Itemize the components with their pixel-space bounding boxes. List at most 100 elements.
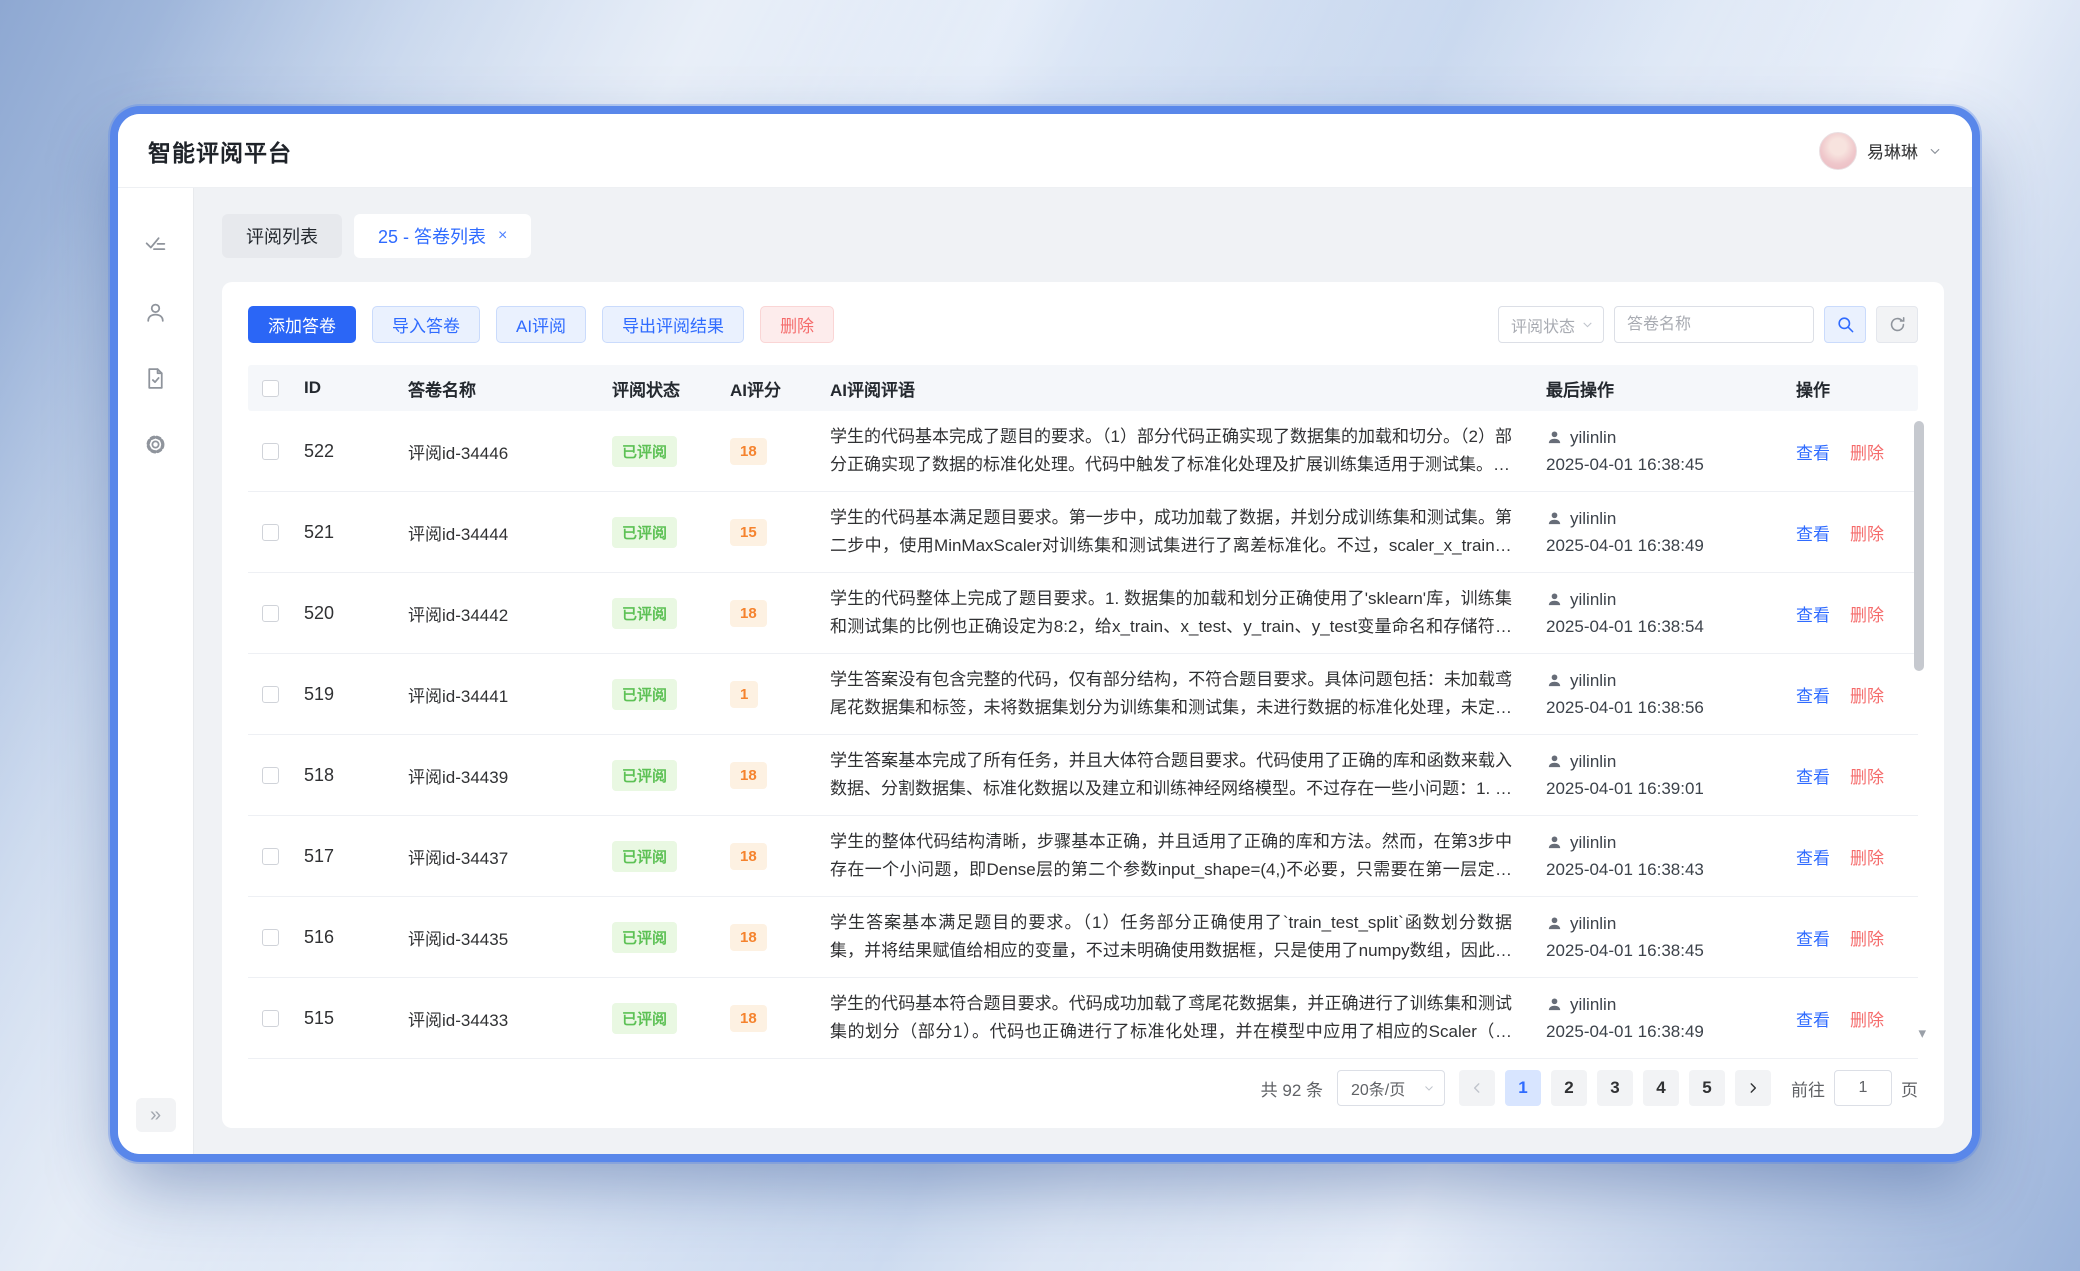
page-button-1[interactable]: 1 [1505,1070,1541,1106]
ai-review-button[interactable]: AI评阅 [496,306,586,343]
row-comment: 学生答案基本满足题目的要求。（1）任务部分正确使用了`train_test_sp… [830,909,1546,965]
app-header: 智能评阅平台 易琳琳 [118,114,1972,188]
row-operator: yilinlin [1570,833,1616,853]
person-icon [1546,915,1563,932]
row-comment: 学生的代码基本符合题目要求。代码成功加载了鸢尾花数据集，并正确进行了训练集和测试… [830,990,1546,1046]
view-link[interactable]: 查看 [1796,682,1830,707]
chevron-left-icon [1470,1081,1484,1095]
row-comment: 学生的代码基本满足题目要求。第一步中，成功加载了数据，并划分成训练集和测试集。第… [830,504,1546,560]
view-link[interactable]: 查看 [1796,439,1830,464]
goto-page-input[interactable] [1834,1070,1892,1106]
user-menu[interactable]: 易琳琳 [1819,132,1942,170]
page-button-3[interactable]: 3 [1597,1070,1633,1106]
tab-answer-list[interactable]: 25 - 答卷列表 × [354,214,531,258]
export-results-button[interactable]: 导出评阅结果 [602,306,744,343]
row-operator: yilinlin [1570,509,1616,529]
delete-link[interactable]: 删除 [1850,439,1884,464]
row-checkbox[interactable] [262,767,279,784]
view-link[interactable]: 查看 [1796,1006,1830,1031]
add-answer-button[interactable]: 添加答卷 [248,306,356,343]
content-card: 添加答卷 导入答卷 AI评阅 导出评阅结果 删除 评阅状态 [222,282,1944,1128]
row-comment: 学生的整体代码结构清晰，步骤基本正确，并且适用了正确的库和方法。然而，在第3步中… [830,828,1546,884]
score-badge: 18 [730,438,767,465]
tab-close-icon[interactable]: × [498,227,507,245]
row-time: 2025-04-01 16:39:01 [1546,779,1796,799]
answer-table: ID 答卷名称 评阅状态 AI评分 AI评阅评语 最后操作 操作 522 评阅i… [248,365,1918,1048]
row-id: 521 [304,522,408,543]
search-input[interactable] [1614,306,1814,343]
sidebar-collapse-button[interactable]: » [136,1098,176,1132]
row-id: 522 [304,441,408,462]
row-checkbox[interactable] [262,443,279,460]
row-name: 评阅id-34435 [408,925,612,950]
status-badge: 已评阅 [612,679,677,710]
main-area: 评阅列表 25 - 答卷列表 × 添加答卷 导入答卷 AI评阅 导出评阅结果 删… [194,188,1972,1154]
page-size-select[interactable]: 20条/页 [1337,1070,1445,1106]
avatar[interactable] [1819,132,1857,170]
row-actions: 查看 删除 [1796,763,1918,788]
person-icon [1546,834,1563,851]
pagination: 共 92 条 20条/页 1 2 3 4 5 [248,1048,1918,1128]
import-answer-button[interactable]: 导入答卷 [372,306,480,343]
select-all-checkbox[interactable] [262,380,279,397]
row-lastop: yilinlin 2025-04-01 16:38:45 [1546,914,1796,961]
prev-page-button[interactable] [1459,1070,1495,1106]
sidebar-item-answer-sheets[interactable] [136,358,176,398]
row-actions: 查看 删除 [1796,925,1918,950]
row-checkbox[interactable] [262,524,279,541]
checklist-icon [143,234,168,259]
page-button-5[interactable]: 5 [1689,1070,1725,1106]
sidebar-item-review-tasks[interactable] [136,226,176,266]
view-link[interactable]: 查看 [1796,844,1830,869]
delete-link[interactable]: 删除 [1850,844,1884,869]
status-filter-select[interactable]: 评阅状态 [1498,306,1604,343]
goto-label: 前往 [1791,1076,1825,1101]
delete-link[interactable]: 删除 [1850,925,1884,950]
row-checkbox[interactable] [262,848,279,865]
row-comment: 学生答案基本完成了所有任务，并且大体符合题目要求。代码使用了正确的库和函数来载入… [830,747,1546,803]
row-time: 2025-04-01 16:38:49 [1546,536,1796,556]
row-id: 520 [304,603,408,624]
column-header-lastop: 最后操作 [1546,376,1796,401]
delete-link[interactable]: 删除 [1850,601,1884,626]
page-button-4[interactable]: 4 [1643,1070,1679,1106]
delete-button[interactable]: 删除 [760,306,834,343]
toolbar: 添加答卷 导入答卷 AI评阅 导出评阅结果 删除 评阅状态 [248,306,1918,343]
sidebar-item-settings[interactable] [136,424,176,464]
person-icon [1546,510,1563,527]
row-time: 2025-04-01 16:38:43 [1546,860,1796,880]
row-time: 2025-04-01 16:38:49 [1546,1022,1796,1042]
row-checkbox[interactable] [262,929,279,946]
next-page-button[interactable] [1735,1070,1771,1106]
chevron-down-icon [1423,1082,1435,1094]
table-row: 515 评阅id-34433 已评阅 18 学生的代码基本符合题目要求。代码成功… [248,978,1918,1059]
refresh-icon [1888,315,1907,334]
score-badge: 15 [730,519,767,546]
view-link[interactable]: 查看 [1796,520,1830,545]
row-checkbox[interactable] [262,605,279,622]
delete-link[interactable]: 删除 [1850,1006,1884,1031]
view-link[interactable]: 查看 [1796,763,1830,788]
search-button[interactable] [1824,306,1866,343]
view-link[interactable]: 查看 [1796,925,1830,950]
tab-review-list[interactable]: 评阅列表 [222,214,342,258]
row-time: 2025-04-01 16:38:56 [1546,698,1796,718]
refresh-button[interactable] [1876,306,1918,343]
delete-link[interactable]: 删除 [1850,682,1884,707]
table-scrollbar-thumb[interactable] [1914,421,1924,671]
row-checkbox[interactable] [262,1010,279,1027]
row-operator: yilinlin [1570,671,1616,691]
view-link[interactable]: 查看 [1796,601,1830,626]
row-comment: 学生答案没有包含完整的代码，仅有部分结构，不符合题目要求。具体问题包括：未加载鸢… [830,666,1546,722]
row-comment: 学生的代码基本完成了题目的要求。（1）部分代码正确实现了数据集的加载和切分。（2… [830,423,1546,479]
row-checkbox[interactable] [262,686,279,703]
page-button-2[interactable]: 2 [1551,1070,1587,1106]
person-icon [1546,591,1563,608]
column-header-status: 评阅状态 [612,376,730,401]
delete-link[interactable]: 删除 [1850,763,1884,788]
row-lastop: yilinlin 2025-04-01 16:38:43 [1546,833,1796,880]
status-badge: 已评阅 [612,922,677,953]
table-row: 518 评阅id-34439 已评阅 18 学生答案基本完成了所有任务，并且大体… [248,735,1918,816]
delete-link[interactable]: 删除 [1850,520,1884,545]
sidebar-item-users[interactable] [136,292,176,332]
